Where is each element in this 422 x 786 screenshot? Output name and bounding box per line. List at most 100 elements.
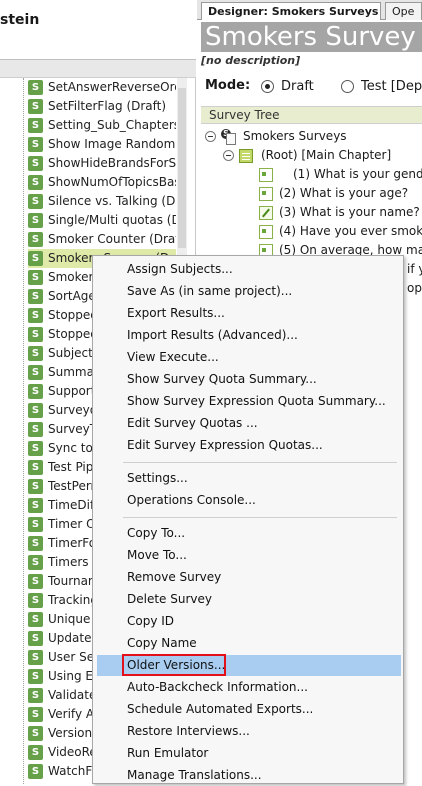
menu-item-label: Show Survey Expression Quota Summary... <box>127 394 386 408</box>
survey-list-item-label: Show Image Randomly... <box>48 137 176 151</box>
menu-item-export-results[interactable]: Export Results... <box>97 303 401 324</box>
survey-icon: S <box>28 365 43 380</box>
survey-icon: S <box>28 137 43 152</box>
survey-icon: S <box>28 403 43 418</box>
menu-item-save-as-in-same-project[interactable]: Save As (in same project)... <box>97 281 401 302</box>
survey-list-item[interactable]: S Smoker Counter (Draft) <box>28 230 176 249</box>
tree-node-label: (Root) [Main Chapter] <box>261 148 392 162</box>
mode-draft-label: Draft <box>281 79 314 94</box>
survey-icon: S <box>28 251 43 266</box>
scrollbar-thumb[interactable] <box>178 88 186 248</box>
menu-item-schedule-automated-exports[interactable]: Schedule Automated Exports... <box>97 699 401 720</box>
survey-icon: S <box>28 441 43 456</box>
menu-item-move-to[interactable]: Move To... <box>97 545 401 566</box>
menu-item-delete-survey[interactable]: Delete Survey <box>97 589 401 610</box>
menu-separator <box>123 462 397 463</box>
menu-item-label: Save As (in same project)... <box>127 284 293 298</box>
menu-item-copy-to[interactable]: Copy To... <box>97 523 401 544</box>
survey-icon: S <box>28 80 43 95</box>
survey-icon: S <box>28 707 43 722</box>
menu-item-label: Operations Console... <box>127 493 256 507</box>
survey-list-item[interactable]: S SetAnswerReverseOrd... <box>28 78 176 97</box>
survey-list-item-label: Silence vs. Talking (Dr... <box>48 194 176 208</box>
survey-list-item-label: Validate <box>48 688 97 702</box>
survey-list-item-label: ShowHideBrandsForSt... <box>48 156 176 170</box>
survey-icon: S <box>28 232 43 247</box>
menu-item-view-execute[interactable]: View Execute... <box>97 347 401 368</box>
tree-node-survey[interactable]: S Smokers Surveys <box>201 128 422 147</box>
survey-icon: S <box>28 479 43 494</box>
tree-node-label: (4) Have you ever smoked <box>279 224 422 238</box>
survey-list-item[interactable]: S Show Image Randomly... <box>28 135 176 154</box>
menu-separator <box>123 517 397 518</box>
tree-node-question[interactable]: (2) What is your age? <box>201 185 422 204</box>
menu-item-label: Delete Survey <box>127 592 212 606</box>
menu-item-edit-survey-quotas[interactable]: Edit Survey Quotas ... <box>97 413 401 434</box>
survey-list-item-label: Single/Multi quotas (Dr... <box>48 213 176 227</box>
designer-title: Smokers Survey <box>205 22 416 52</box>
survey-icon: S <box>28 460 43 475</box>
menu-item-label: Import Results (Advanced)... <box>127 328 298 342</box>
menu-item-manage-translations[interactable]: Manage Translations... <box>97 765 401 786</box>
menu-item-label: Edit Survey Expression Quotas... <box>127 438 323 452</box>
tree-node-chapter[interactable]: (Root) [Main Chapter] <box>201 147 422 166</box>
survey-icon: S <box>28 517 43 532</box>
survey-icon: S <box>28 308 43 323</box>
mode-test-label: Test [Dep <box>361 79 422 94</box>
context-menu: Assign Subjects... Save As (in same proje… <box>92 255 404 784</box>
tree-guide-line <box>23 78 24 784</box>
tree-node-question[interactable]: (3) What is your name? <box>201 204 422 223</box>
menu-item-label: Schedule Automated Exports... <box>127 702 314 716</box>
survey-list-item[interactable]: S Silence vs. Talking (Dr... <box>28 192 176 211</box>
survey-list-item-label: Timers ( <box>48 555 98 569</box>
tree-node-label: (2) What is your age? <box>279 186 409 200</box>
tab-open[interactable]: Ope <box>385 2 422 20</box>
survey-icon: S <box>28 118 43 133</box>
menu-item-settings[interactable]: Settings... <box>97 468 401 489</box>
survey-list-item[interactable]: S ShowHideBrandsForSt... <box>28 154 176 173</box>
menu-item-show-survey-expression-quota-summary[interactable]: Show Survey Expression Quota Summary... <box>97 391 401 412</box>
survey-list-item[interactable]: S SetFilterFlag (Draft) <box>28 97 176 116</box>
menu-item-show-survey-quota-summary[interactable]: Show Survey Quota Summary... <box>97 369 401 390</box>
menu-item-run-emulator[interactable]: Run Emulator <box>97 743 401 764</box>
collapse-toggle-icon[interactable] <box>223 150 234 161</box>
survey-icon: S <box>28 327 43 342</box>
survey-list-item[interactable]: S Single/Multi quotas (Dr... <box>28 211 176 230</box>
mode-draft-radio[interactable] <box>261 80 274 93</box>
survey-icon: S <box>28 536 43 551</box>
tree-node-label: (1) What is your gender? <box>293 167 422 181</box>
tab-open-label: Ope <box>392 5 415 18</box>
menu-item-operations-console[interactable]: Operations Console... <box>97 490 401 511</box>
menu-item-auto-backcheck-information[interactable]: Auto-Backcheck Information... <box>97 677 401 698</box>
survey-list-item-label: Setting_Sub_Chapters... <box>48 118 176 132</box>
collapse-toggle-icon[interactable] <box>205 131 216 142</box>
menu-item-edit-survey-expression-quotas[interactable]: Edit Survey Expression Quotas... <box>97 435 401 456</box>
left-panel-header: stein <box>0 0 196 60</box>
menu-item-assign-subjects[interactable]: Assign Subjects... <box>97 259 401 280</box>
single-choice-icon <box>259 225 273 239</box>
survey-icon: S <box>28 156 43 171</box>
designer-title-bar: Smokers Survey <box>201 22 422 52</box>
mode-test-radio[interactable] <box>341 80 354 93</box>
survey-list-item[interactable]: S ShowNumOfTopicsBas... <box>28 173 176 192</box>
menu-item-older-versions[interactable]: Older Versions... <box>97 654 401 676</box>
tree-node-label: op <box>407 281 422 295</box>
tree-node-label: if y <box>407 262 422 276</box>
tree-node-question[interactable]: (1) What is your gender? <box>201 166 422 185</box>
survey-list-item-label: SetAnswerReverseOrd... <box>48 80 176 94</box>
menu-item-import-results-advanced[interactable]: Import Results (Advanced)... <box>97 325 401 346</box>
menu-item-label: Run Emulator <box>127 746 209 760</box>
tab-designer[interactable]: Designer: Smokers Surveys <box>201 2 381 20</box>
survey-list-item[interactable]: S Setting_Sub_Chapters... <box>28 116 176 135</box>
menu-item-remove-survey[interactable]: Remove Survey <box>97 567 401 588</box>
mode-label: Mode: <box>205 78 251 93</box>
menu-item-copy-id[interactable]: Copy ID <box>97 611 401 632</box>
survey-icon: S <box>28 555 43 570</box>
tab-bar: Designer: Smokers Surveys Ope <box>197 0 422 20</box>
menu-item-label: Assign Subjects... <box>127 262 233 276</box>
survey-list-item-label: SetFilterFlag (Draft) <box>48 99 167 113</box>
menu-item-copy-name[interactable]: Copy Name <box>97 633 401 654</box>
menu-item-label: Manage Translations... <box>127 768 262 782</box>
menu-item-restore-interviews[interactable]: Restore Interviews... <box>97 721 401 742</box>
tree-node-question[interactable]: (4) Have you ever smoked <box>201 223 422 242</box>
